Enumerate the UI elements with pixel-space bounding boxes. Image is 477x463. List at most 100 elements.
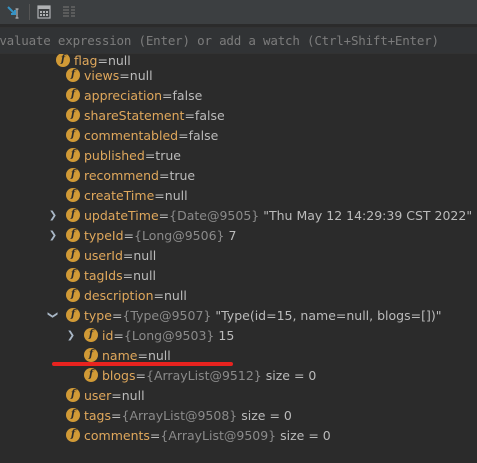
variable-row[interactable]: f blogs = {ArrayList@9512} size = 0 bbox=[0, 365, 477, 385]
variable-row[interactable]: f shareStatement = false bbox=[0, 105, 477, 125]
variable-name: createTime bbox=[84, 187, 155, 203]
field-icon: f bbox=[84, 348, 98, 362]
calculator-icon[interactable] bbox=[33, 2, 55, 22]
field-icon: f bbox=[66, 408, 80, 422]
variable-name: description bbox=[84, 287, 154, 303]
field-icon: f bbox=[66, 308, 80, 322]
variable-value: null bbox=[164, 287, 187, 303]
equals-sign: = bbox=[111, 387, 122, 403]
equals-sign: = bbox=[158, 207, 170, 223]
field-icon: f bbox=[66, 428, 80, 442]
equals-sign: = bbox=[149, 427, 161, 443]
variable-row[interactable]: f comments = {ArrayList@9509} size = 0 bbox=[0, 425, 477, 445]
expand-chevron-icon[interactable]: ❯ bbox=[48, 225, 58, 245]
equals-sign: = bbox=[122, 247, 134, 263]
object-reference: {ArrayList@9509} bbox=[160, 427, 277, 443]
field-icon: f bbox=[66, 288, 80, 302]
variable-name: userId bbox=[84, 247, 123, 263]
variable-name: typeId bbox=[84, 227, 124, 243]
equals-sign: = bbox=[178, 127, 189, 143]
variable-row[interactable]: ❯ f id = {Long@9503} 15 bbox=[0, 325, 477, 345]
field-icon: f bbox=[66, 148, 80, 162]
variable-name: tagIds bbox=[84, 267, 123, 283]
step-cursor-icon[interactable] bbox=[3, 2, 25, 22]
object-reference: {ArrayList@9512} bbox=[146, 367, 262, 383]
variable-name: views bbox=[84, 67, 120, 83]
variable-row[interactable]: f tags = {ArrayList@9508} size = 0 bbox=[0, 405, 477, 425]
field-icon: f bbox=[66, 388, 80, 402]
field-icon: f bbox=[66, 108, 80, 122]
variable-value: 7 bbox=[228, 227, 237, 243]
variable-value: 15 bbox=[218, 327, 235, 343]
equals-sign: = bbox=[158, 167, 170, 183]
evaluate-expression-bar bbox=[0, 27, 477, 54]
object-reference: {Long@9503} bbox=[123, 327, 215, 343]
variable-row[interactable]: f published = true bbox=[0, 145, 477, 165]
collapse-chevron-icon[interactable]: ❯ bbox=[43, 310, 63, 320]
variable-row[interactable]: ❯ f type = {Type@9507} "Type(id=15, name=… bbox=[0, 305, 477, 325]
variable-row[interactable]: f description = null bbox=[0, 285, 477, 305]
expand-chevron-icon[interactable]: ❯ bbox=[66, 325, 76, 345]
variable-value: true bbox=[155, 147, 181, 163]
object-reference: {Type@9507} bbox=[122, 307, 212, 323]
variable-value: null bbox=[121, 387, 145, 403]
variable-value: size = 0 bbox=[265, 367, 317, 383]
variable-name: type bbox=[84, 307, 112, 323]
object-reference: {ArrayList@9508} bbox=[121, 407, 238, 423]
equals-sign: = bbox=[135, 367, 146, 383]
field-icon: f bbox=[66, 268, 80, 282]
variable-value: "Thu May 12 14:29:39 CST 2022" bbox=[263, 207, 473, 223]
variable-value: null bbox=[133, 247, 157, 263]
variable-name: published bbox=[84, 147, 145, 163]
variable-value: null bbox=[164, 187, 188, 203]
layout-settings-icon[interactable] bbox=[58, 2, 80, 22]
variable-name: tags bbox=[84, 407, 112, 423]
object-reference: {Date@9505} bbox=[169, 207, 260, 223]
variable-row[interactable]: f createTime = null bbox=[0, 185, 477, 205]
evaluate-expression-input[interactable] bbox=[0, 29, 469, 52]
equals-sign: = bbox=[137, 347, 148, 363]
variable-name: appreciation bbox=[84, 87, 163, 103]
variable-name: user bbox=[84, 387, 112, 403]
variable-row[interactable]: f user = null bbox=[0, 385, 477, 405]
equals-sign: = bbox=[119, 67, 130, 83]
field-icon: f bbox=[66, 208, 80, 222]
expand-chevron-icon[interactable]: ❯ bbox=[48, 205, 58, 225]
variable-value: true bbox=[169, 167, 196, 183]
debugger-toolbar bbox=[0, 0, 477, 24]
variable-name: shareStatement bbox=[84, 107, 185, 123]
variable-row[interactable]: f userId = null bbox=[0, 245, 477, 265]
variable-name: name bbox=[102, 347, 138, 363]
equals-sign: = bbox=[113, 327, 124, 343]
variable-name: updateTime bbox=[84, 207, 159, 223]
variable-value: size = 0 bbox=[241, 407, 292, 423]
field-icon: f bbox=[66, 248, 80, 262]
variable-row[interactable]: f tagIds = null bbox=[0, 265, 477, 285]
variable-row[interactable]: ❯ f typeId = {Long@9506} 7 bbox=[0, 225, 477, 245]
field-icon: f bbox=[66, 228, 80, 242]
equals-sign: = bbox=[153, 287, 164, 303]
field-icon: f bbox=[66, 188, 80, 202]
field-icon: f bbox=[66, 68, 80, 82]
variable-row[interactable]: ❯ f updateTime = {Date@9505} "Thu May 12 … bbox=[0, 205, 477, 225]
horizontal-scrollbar[interactable] bbox=[0, 456, 477, 463]
variable-name: comments bbox=[84, 427, 150, 443]
variable-value: null bbox=[133, 267, 156, 283]
variable-value: size = 0 bbox=[280, 427, 331, 443]
variable-row[interactable]: f commentabled = false bbox=[0, 125, 477, 145]
variable-name: blogs bbox=[102, 367, 136, 383]
variable-value: "Type(id=15, name=null, blogs=[])" bbox=[215, 307, 442, 323]
variables-tree: f flag = null f views = null f appreciat… bbox=[0, 54, 477, 463]
field-icon: f bbox=[66, 88, 80, 102]
variable-value: false bbox=[172, 87, 203, 103]
equals-sign: = bbox=[111, 307, 123, 323]
variable-value: null bbox=[147, 347, 171, 363]
variable-name: commentabled bbox=[84, 127, 179, 143]
object-reference: {Long@9506} bbox=[134, 227, 225, 243]
variable-value: null bbox=[129, 67, 153, 83]
equals-sign: = bbox=[154, 187, 165, 203]
equals-sign: = bbox=[122, 267, 134, 283]
variable-row[interactable]: f recommend = true bbox=[0, 165, 477, 185]
variable-row[interactable]: f views = null bbox=[0, 65, 477, 85]
variable-row[interactable]: f appreciation = false bbox=[0, 85, 477, 105]
